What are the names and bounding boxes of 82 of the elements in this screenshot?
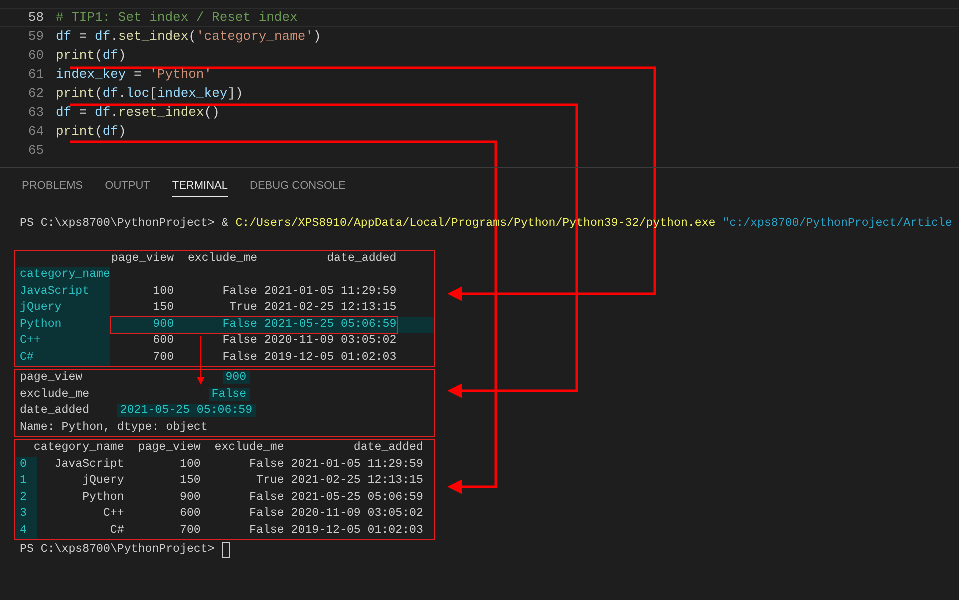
code-line: df = df.set_index('category_name') bbox=[56, 28, 322, 46]
code-line: df = df.reset_index() bbox=[56, 104, 220, 122]
table-cell-text: C# bbox=[109, 522, 124, 538]
table-cell-text: False bbox=[248, 506, 284, 522]
index-name: category_name bbox=[15, 267, 110, 284]
table-cell-text: 150 bbox=[152, 300, 174, 316]
table-cell-text: Python bbox=[82, 490, 124, 506]
series-footer: Name: Python, dtype: object bbox=[20, 420, 208, 436]
table-cell-text: JavaScript bbox=[54, 456, 124, 472]
line-number: 59 bbox=[27, 28, 45, 46]
table-cell-text: True bbox=[228, 300, 258, 316]
table-cell-text: False bbox=[248, 522, 284, 538]
terminal-cursor bbox=[222, 542, 230, 558]
code-line: index_key = 'Python' bbox=[56, 66, 212, 84]
table-cell-text: False bbox=[248, 490, 284, 506]
line-number: 58 bbox=[27, 9, 45, 26]
column-header: exclude_me bbox=[188, 250, 258, 266]
table-cell-text: 600 bbox=[152, 333, 174, 349]
table-cell-text: jQuery bbox=[82, 473, 124, 489]
index-cell: JavaScript bbox=[15, 284, 110, 300]
line-number: 65 bbox=[27, 142, 45, 160]
index-cell: 3 bbox=[15, 506, 37, 522]
line-number: 63 bbox=[27, 104, 45, 122]
series-label: exclude_me bbox=[20, 386, 91, 402]
table-cell-text: 600 bbox=[178, 506, 201, 522]
index-cell: C# bbox=[15, 350, 110, 366]
line-number: 62 bbox=[27, 85, 45, 103]
series-label: page_view bbox=[20, 370, 84, 386]
table-cell-text: 2020-11-09 03:05:02 bbox=[291, 506, 424, 522]
line-number: 61 bbox=[27, 66, 45, 84]
column-header: date_added bbox=[352, 440, 424, 456]
table-cell-text: C++ bbox=[102, 506, 124, 522]
panel-tab[interactable]: OUTPUT bbox=[105, 176, 150, 197]
table-cell-text: 2021-01-05 11:29:59 bbox=[291, 456, 424, 472]
table-cell-text: False bbox=[222, 350, 258, 366]
table-cell-text: 900 bbox=[178, 490, 201, 506]
column-header: date_added bbox=[326, 250, 397, 266]
table-cell-text: False bbox=[222, 316, 258, 332]
table-cell-text: False bbox=[248, 456, 284, 472]
panel-tab[interactable]: TERMINAL bbox=[172, 176, 228, 197]
index-cell: Python bbox=[15, 316, 110, 333]
code-line: # TIP1: Set index / Reset index bbox=[56, 9, 298, 26]
table-cell-text: 900 bbox=[152, 316, 174, 332]
table-cell-text: 100 bbox=[152, 284, 174, 300]
code-line: print(df) bbox=[56, 47, 126, 65]
column-header: page_view bbox=[138, 440, 201, 456]
line-number: 64 bbox=[27, 123, 45, 141]
index-cell: 0 bbox=[15, 456, 37, 473]
panel-tab[interactable]: PROBLEMS bbox=[22, 176, 84, 197]
table-cell-text: 700 bbox=[152, 350, 174, 366]
panel-tab[interactable]: DEBUG CONSOLE bbox=[250, 176, 346, 197]
table-cell-text: 2020-11-09 03:05:02 bbox=[264, 333, 397, 349]
table-cell-text: 100 bbox=[178, 456, 201, 472]
index-cell: C++ bbox=[15, 333, 110, 350]
index-cell: 1 bbox=[15, 473, 37, 490]
series-value: False bbox=[208, 388, 250, 400]
table-cell-text: 150 bbox=[178, 473, 201, 489]
table-cell-text: 2021-02-25 12:13:15 bbox=[291, 473, 424, 489]
column-header: category_name bbox=[34, 440, 124, 456]
terminal-prompt: PS C:\xps8700\PythonProject> bbox=[20, 542, 215, 558]
table-cell-text: 2021-05-25 05:06:59 bbox=[291, 490, 424, 506]
index-cell: 2 bbox=[15, 490, 37, 506]
table-cell-text: 700 bbox=[178, 522, 201, 538]
series-value: 900 bbox=[222, 371, 250, 384]
line-number: 60 bbox=[27, 47, 45, 65]
table-cell-text: True bbox=[255, 473, 284, 489]
column-header: page_view bbox=[111, 250, 174, 266]
table-cell-text: False bbox=[222, 284, 258, 300]
table-cell-text: 2021-01-05 11:29:59 bbox=[264, 284, 397, 300]
pointer-arrow bbox=[197, 336, 205, 385]
code-line: print(df) bbox=[56, 123, 126, 141]
series-label: date_added bbox=[20, 403, 91, 419]
column-header: exclude_me bbox=[214, 440, 284, 456]
code-line: print(df.loc[index_key]) bbox=[56, 85, 244, 103]
index-cell: jQuery bbox=[15, 300, 110, 316]
table-cell-text: 2021-02-25 12:13:15 bbox=[264, 300, 397, 316]
table-cell-text: 2021-05-25 05:06:59 bbox=[264, 316, 397, 332]
index-cell: 4 bbox=[15, 522, 37, 539]
table-cell-text: False bbox=[222, 333, 258, 349]
table-cell-text: 2019-12-05 01:02:03 bbox=[291, 522, 424, 538]
table-cell-text: 2019-12-05 01:02:03 bbox=[264, 350, 397, 366]
series-value: 2021-05-25 05:06:59 bbox=[117, 404, 256, 417]
